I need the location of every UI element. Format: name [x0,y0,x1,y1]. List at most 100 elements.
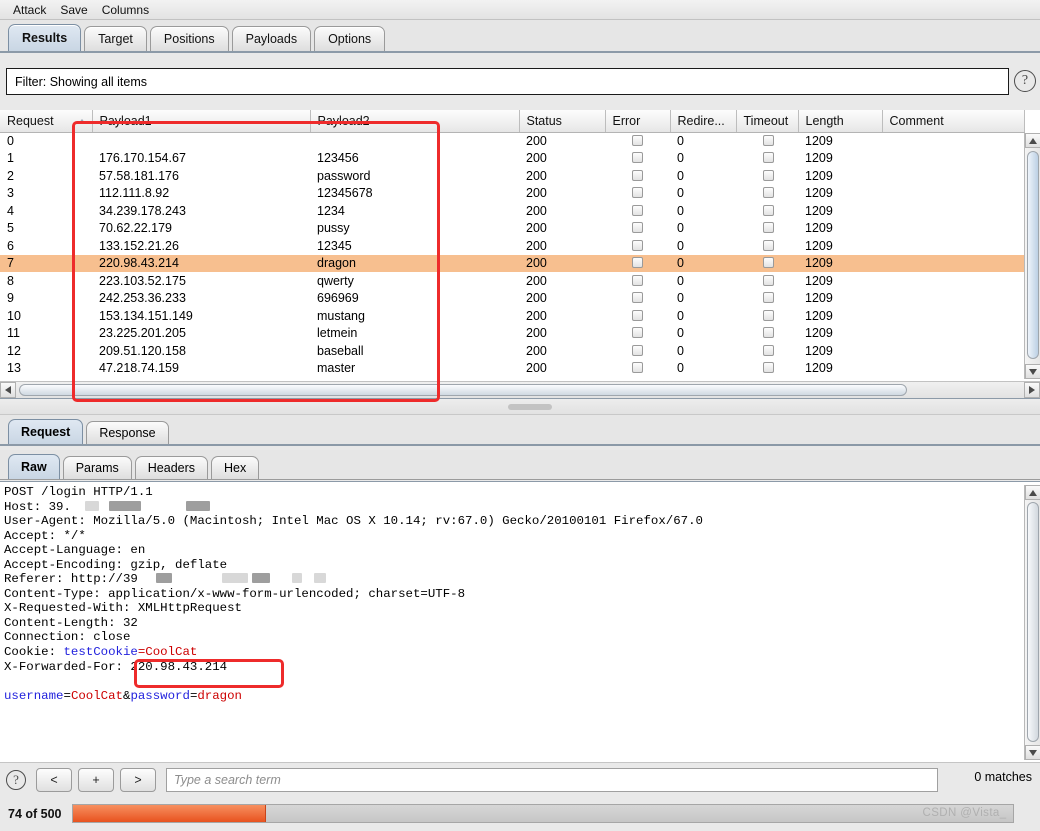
checkbox-icon[interactable] [632,292,643,304]
cell-timeout-checkbox[interactable] [736,132,798,150]
results-hscrollbar-thumb[interactable] [19,384,907,396]
checkbox-icon[interactable] [763,169,774,181]
menu-item-attack[interactable]: Attack [6,2,53,18]
tab-headers[interactable]: Headers [134,456,209,479]
scroll-up-icon[interactable] [1025,133,1040,148]
table-row[interactable]: 6 133.152.21.26 12345 200 0 1209 [0,237,1024,255]
table-row[interactable]: 1 176.170.154.67 123456 200 0 1209 [0,150,1024,168]
cell-timeout-checkbox[interactable] [736,325,798,343]
table-row[interactable]: 0 200 0 1209 [0,132,1024,150]
scroll-down-icon[interactable] [1025,745,1040,760]
scroll-down-icon[interactable] [1025,364,1040,379]
splitter-grip[interactable] [508,404,552,410]
checkbox-icon[interactable] [763,204,774,216]
cell-timeout-checkbox[interactable] [736,342,798,360]
table-row[interactable]: 10 153.134.151.149 mustang 200 0 1209 [0,307,1024,325]
table-row[interactable]: 11 23.225.201.205 letmein 200 0 1209 [0,325,1024,343]
cell-timeout-checkbox[interactable] [736,150,798,168]
checkbox-icon[interactable] [632,344,643,356]
checkbox-icon[interactable] [632,327,643,339]
checkbox-icon[interactable] [763,274,774,286]
column-header-error[interactable]: Error [605,110,671,133]
cell-timeout-checkbox[interactable] [736,167,798,185]
checkbox-icon[interactable] [632,274,643,286]
column-header-comment[interactable]: Comment [882,110,1025,133]
checkbox-icon[interactable] [763,222,774,234]
request-scrollbar-thumb[interactable] [1027,502,1039,742]
table-row[interactable]: 5 70.62.22.179 pussy 200 0 1209 [0,220,1024,238]
results-table-container[interactable]: Request Payload1 Payload2 Status Error R… [0,110,1040,397]
cell-timeout-checkbox[interactable] [736,202,798,220]
checkbox-icon[interactable] [632,239,643,251]
checkbox-icon[interactable] [763,362,774,374]
table-row[interactable]: 13 47.218.74.159 master 200 0 1209 [0,360,1024,378]
cell-timeout-checkbox[interactable] [736,254,798,272]
search-next-button[interactable]: > [120,767,156,792]
search-add-button[interactable]: + [78,767,114,792]
cell-error-checkbox[interactable] [605,132,670,150]
checkbox-icon[interactable] [763,187,774,199]
scroll-left-icon[interactable] [0,382,16,398]
cell-timeout-checkbox[interactable] [736,237,798,255]
cell-timeout-checkbox[interactable] [736,290,798,308]
cell-timeout-checkbox[interactable] [736,307,798,325]
cell-timeout-checkbox[interactable] [736,360,798,378]
cell-timeout-checkbox[interactable] [736,185,798,203]
cell-timeout-checkbox[interactable] [736,220,798,238]
pane-splitter[interactable] [0,398,1040,415]
cell-error-checkbox[interactable] [605,290,670,308]
checkbox-icon[interactable] [632,222,643,234]
results-scrollbar-thumb[interactable] [1027,151,1039,359]
column-header-payload1[interactable]: Payload1 [92,110,311,133]
results-vertical-scrollbar[interactable] [1024,133,1040,379]
cell-error-checkbox[interactable] [605,342,670,360]
checkbox-icon[interactable] [763,152,774,164]
column-header-request[interactable]: Request [0,110,93,133]
table-row[interactable]: 2 57.58.181.176 password 200 0 1209 [0,167,1024,185]
scroll-right-icon[interactable] [1024,382,1040,398]
cell-error-checkbox[interactable] [605,307,670,325]
checkbox-icon[interactable] [632,169,643,181]
checkbox-icon[interactable] [632,135,643,146]
cell-error-checkbox[interactable] [605,237,670,255]
results-horizontal-scrollbar[interactable] [0,381,1040,398]
checkbox-icon[interactable] [763,292,774,304]
checkbox-icon[interactable] [632,152,643,164]
cell-error-checkbox[interactable] [605,272,670,290]
cell-timeout-checkbox[interactable] [736,272,798,290]
checkbox-icon[interactable] [763,135,774,146]
column-header-payload2[interactable]: Payload2 [310,110,520,133]
filter-bar[interactable]: Filter: Showing all items [6,68,1009,95]
request-vertical-scrollbar[interactable] [1024,485,1040,760]
column-header-timeout[interactable]: Timeout [736,110,799,133]
checkbox-icon[interactable] [763,344,774,356]
checkbox-icon[interactable] [763,327,774,339]
table-row[interactable]: 12 209.51.120.158 baseball 200 0 1209 [0,342,1024,360]
menu-item-columns[interactable]: Columns [95,2,156,18]
cell-error-checkbox[interactable] [605,150,670,168]
checkbox-icon[interactable] [632,257,643,269]
cell-error-checkbox[interactable] [605,220,670,238]
table-row[interactable]: 9 242.253.36.233 696969 200 0 1209 [0,290,1024,308]
cell-error-checkbox[interactable] [605,202,670,220]
tab-target[interactable]: Target [84,26,147,51]
cell-error-checkbox[interactable] [605,254,670,272]
checkbox-icon[interactable] [763,257,774,269]
cell-error-checkbox[interactable] [605,325,670,343]
tab-request[interactable]: Request [8,419,84,444]
checkbox-icon[interactable] [763,309,774,321]
search-prev-button[interactable]: < [36,767,72,792]
checkbox-icon[interactable] [632,362,643,374]
column-header-redirections[interactable]: Redire... [670,110,737,133]
checkbox-icon[interactable] [763,239,774,251]
table-row[interactable]: 8 223.103.52.175 qwerty 200 0 1209 [0,272,1024,290]
scroll-up-icon[interactable] [1025,485,1040,500]
tab-params[interactable]: Params [62,456,132,479]
checkbox-icon[interactable] [632,187,643,199]
menu-item-save[interactable]: Save [53,2,94,18]
checkbox-icon[interactable] [632,204,643,216]
cell-error-checkbox[interactable] [605,167,670,185]
table-row[interactable]: 4 34.239.178.243 1234 200 0 1209 [0,202,1024,220]
tab-hex[interactable]: Hex [211,456,260,479]
cell-error-checkbox[interactable] [605,360,670,378]
